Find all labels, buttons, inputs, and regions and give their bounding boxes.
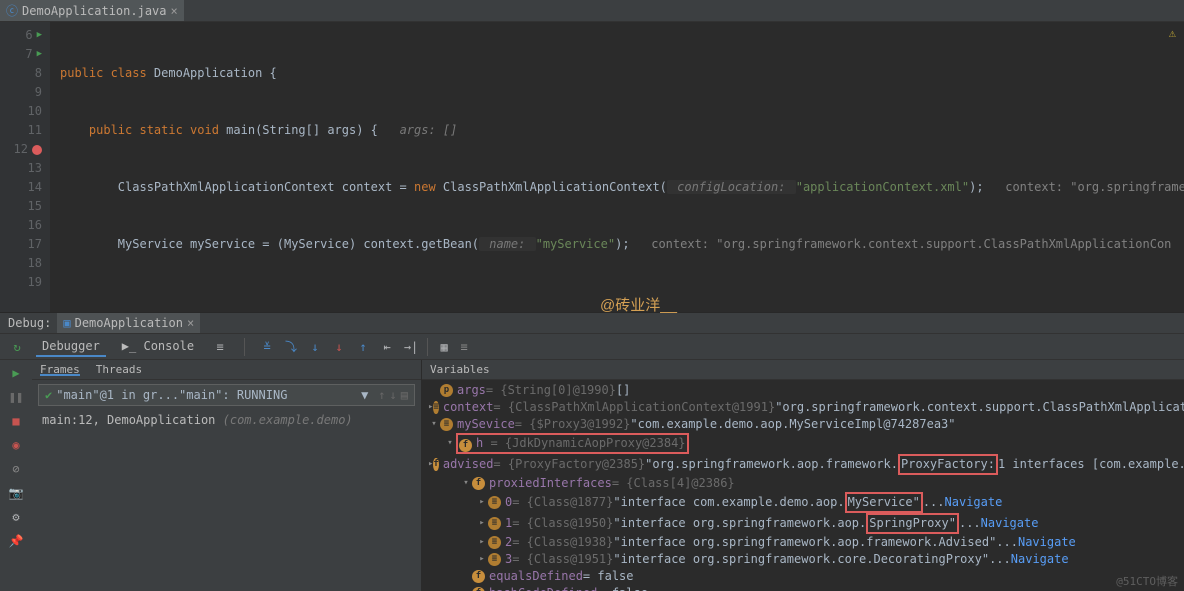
editor-tab-label: DemoApplication.java xyxy=(22,4,167,18)
var-interface-3[interactable]: ▸≡3 = {Class@1951} "interface org.spring… xyxy=(428,551,1178,568)
pause-icon[interactable]: ❚❚ xyxy=(7,388,25,406)
app-icon: ▣ xyxy=(63,316,70,330)
java-class-icon: ⓒ xyxy=(6,2,18,19)
debug-title: Debug: xyxy=(8,316,51,330)
code-area[interactable]: public class DemoApplication { public st… xyxy=(50,22,1184,312)
close-icon[interactable]: × xyxy=(187,316,194,330)
var-myservice[interactable]: ▾≡mySevice = {$Proxy3@1992} "com.example… xyxy=(428,416,1178,433)
filter-frames-icon[interactable]: ▤ xyxy=(401,388,408,402)
variables-tree[interactable]: pargs = {String[0]@1990} [] ▸≡context = … xyxy=(422,380,1184,591)
resume-icon[interactable]: ▶ xyxy=(7,364,25,382)
trace-icon[interactable]: ≡ xyxy=(454,337,474,357)
debug-body: ▶ ❚❚ ■ ◉ ⊘ 📷 ⚙ 📌 Frames Threads ✔ "main"… xyxy=(0,360,1184,591)
threads-icon[interactable]: ≡ xyxy=(210,337,230,357)
editor-tab-bar: ⓒ DemoApplication.java × xyxy=(0,0,1184,22)
console-icon: ▶_ xyxy=(122,339,136,353)
pin-icon[interactable]: 📌 xyxy=(7,532,25,550)
mute-breakpoints-icon[interactable]: ⊘ xyxy=(7,460,25,478)
step-into-icon[interactable]: ↓ xyxy=(305,337,325,357)
variables-title: Variables xyxy=(430,363,490,376)
debug-toolbar: ↻ Debugger ▶_ Console ≡ ≚ ⤵ ↓ ↓ ↑ ⇤ →| ▦… xyxy=(0,334,1184,360)
next-frame-icon[interactable]: ↓ xyxy=(390,388,397,402)
close-tab-icon[interactable]: × xyxy=(171,4,178,18)
prev-frame-icon[interactable]: ↑ xyxy=(378,388,385,402)
breakpoint-icon[interactable] xyxy=(32,145,42,155)
code-editor[interactable]: ⚠ 6▶ 7▶ 8 9 10 11 12 13 14 15 16 17 18 1… xyxy=(0,22,1184,312)
get-thread-dump-icon[interactable]: 📷 xyxy=(7,484,25,502)
check-icon: ✔ xyxy=(45,388,52,402)
variables-panel: Variables pargs = {String[0]@1990} [] ▸≡… xyxy=(422,360,1184,591)
editor-gutter: 6▶ 7▶ 8 9 10 11 12 13 14 15 16 17 18 19 xyxy=(0,22,50,312)
var-interface-1[interactable]: ▸≡1 = {Class@1950} "interface org.spring… xyxy=(428,513,1178,534)
run-icon[interactable]: ▶ xyxy=(37,45,42,64)
chevron-down-icon: ▼ xyxy=(361,388,368,402)
force-step-into-icon[interactable]: ↓ xyxy=(329,337,349,357)
watermark: @砖业洋__ xyxy=(600,294,677,315)
navigate-link[interactable]: Navigate xyxy=(1011,551,1069,568)
var-hashcodedefined[interactable]: fhashCodeDefined = false xyxy=(428,585,1178,591)
rerun-icon[interactable]: ↻ xyxy=(6,336,28,358)
var-interface-2[interactable]: ▸≡2 = {Class@1938} "interface org.spring… xyxy=(428,534,1178,551)
debug-window-header: Debug: ▣ DemoApplication × xyxy=(0,312,1184,334)
var-proxiedinterfaces[interactable]: ▾fproxiedInterfaces = {Class[4]@2386} xyxy=(428,475,1178,492)
show-execution-point-icon[interactable]: ≚ xyxy=(257,337,277,357)
var-args[interactable]: pargs = {String[0]@1990} [] xyxy=(428,382,1178,399)
navigate-link[interactable]: Navigate xyxy=(981,515,1039,532)
navigate-link[interactable]: Navigate xyxy=(1018,534,1076,551)
thread-selector[interactable]: ✔ "main"@1 in gr..."main": RUNNING ▼ ↑ ↓… xyxy=(38,384,415,406)
var-advised[interactable]: ▸fadvised = {ProxyFactory@2385} "org.spr… xyxy=(428,454,1178,475)
editor-tab-demoapplication[interactable]: ⓒ DemoApplication.java × xyxy=(0,0,184,21)
step-over-icon[interactable]: ⤵ xyxy=(281,337,301,357)
drop-frame-icon[interactable]: ⇤ xyxy=(377,337,397,357)
stack-frame[interactable]: main:12, DemoApplication (com.example.de… xyxy=(32,410,421,430)
run-icon[interactable]: ▶ xyxy=(37,26,42,45)
var-equalsdefined[interactable]: fequalsDefined = false xyxy=(428,568,1178,585)
var-context[interactable]: ▸≡context = {ClassPathXmlApplicationCont… xyxy=(428,399,1178,416)
navigate-link[interactable]: Navigate xyxy=(945,494,1003,511)
frames-panel: Frames Threads ✔ "main"@1 in gr..."main"… xyxy=(32,360,422,591)
tab-console[interactable]: ▶_ Console xyxy=(116,337,200,357)
run-to-cursor-icon[interactable]: →| xyxy=(401,337,421,357)
evaluate-icon[interactable]: ▦ xyxy=(434,337,454,357)
var-interface-0[interactable]: ▸≡0 = {Class@1877} "interface com.exampl… xyxy=(428,492,1178,513)
step-out-icon[interactable]: ↑ xyxy=(353,337,373,357)
debug-config-tab[interactable]: ▣ DemoApplication × xyxy=(57,313,200,333)
debug-side-toolbar: ▶ ❚❚ ■ ◉ ⊘ 📷 ⚙ 📌 xyxy=(0,360,32,591)
view-breakpoints-icon[interactable]: ◉ xyxy=(7,436,25,454)
var-h[interactable]: ▾fh = {JdkDynamicAopProxy@2384} xyxy=(428,433,1178,454)
tab-threads[interactable]: Threads xyxy=(96,363,142,376)
settings-icon[interactable]: ⚙ xyxy=(7,508,25,526)
stop-icon[interactable]: ■ xyxy=(7,412,25,430)
tab-debugger[interactable]: Debugger xyxy=(36,337,106,357)
tab-frames[interactable]: Frames xyxy=(40,363,80,376)
footer-watermark: @51CTO博客 xyxy=(1116,573,1178,589)
